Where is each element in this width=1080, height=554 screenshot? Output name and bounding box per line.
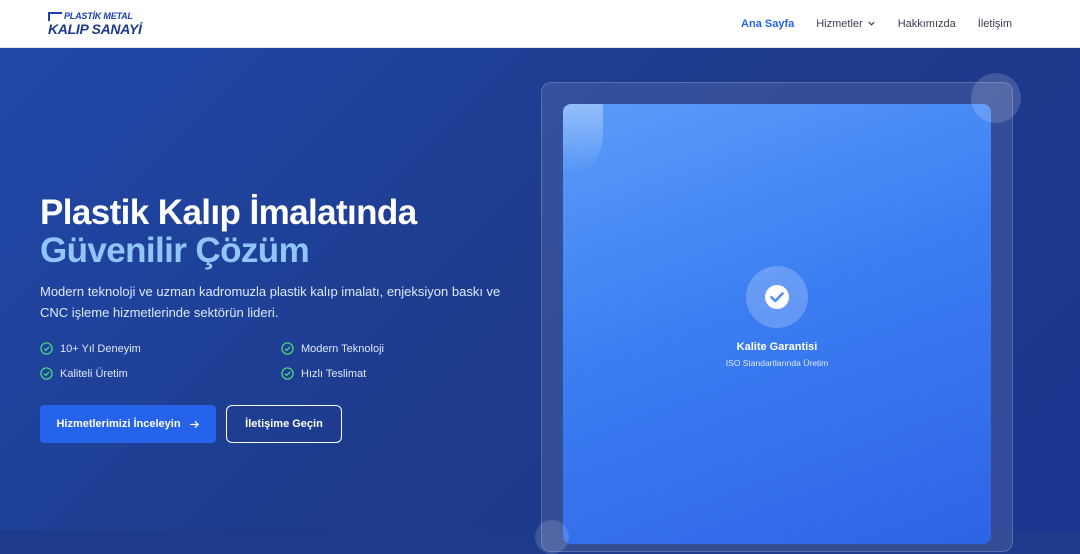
feature-list: 10+ Yıl Deneyim Modern Teknoloji Kalitel… [40, 342, 460, 380]
feature-item: Kaliteli Üretim [40, 367, 281, 380]
site-header: PLASTİK METAL KALIP SANAYİ Ana Sayfa Hiz… [0, 0, 1080, 48]
hero-title-line2: Güvenilir Çözüm [40, 231, 310, 270]
hero-title-line1: Plastik Kalıp İmalatında [40, 193, 417, 232]
nav-item-services[interactable]: Hizmetler [816, 18, 875, 30]
check-circle-icon [765, 285, 789, 309]
nav-item-home[interactable]: Ana Sayfa [741, 18, 794, 30]
check-circle-icon [40, 367, 53, 380]
hero-title: Plastik Kalıp İmalatında Güvenilir Çözüm [40, 194, 520, 270]
decorative-circle [971, 73, 1021, 123]
card-highlight [563, 104, 603, 174]
check-circle-icon [40, 342, 53, 355]
contact-us-button[interactable]: İletişime Geçin [226, 405, 342, 443]
check-circle-icon [281, 342, 294, 355]
logo-line1: PLASTİK METAL [64, 10, 133, 21]
hero-buttons: Hizmetlerimizi İnceleyin İletişime Geçin [40, 405, 342, 443]
check-circle-icon [281, 367, 294, 380]
logo-line2: KALIP SANAYİ [48, 20, 142, 37]
feature-item: Modern Teknoloji [281, 342, 461, 355]
quality-badge [746, 266, 808, 328]
nav-item-about[interactable]: Hakkımızda [898, 18, 956, 30]
quality-title: Kalite Garantisi [736, 341, 818, 353]
feature-item: 10+ Yıl Deneyim [40, 342, 281, 355]
decorative-circle [535, 520, 569, 554]
chevron-down-icon [868, 21, 875, 26]
company-logo[interactable]: PLASTİK METAL KALIP SANAYİ [48, 10, 142, 37]
hero-description: Modern teknoloji ve uzman kadromuzla pla… [40, 284, 501, 320]
view-services-button[interactable]: Hizmetlerimizi İnceleyin [40, 405, 216, 443]
main-nav: Ana Sayfa Hizmetler Hakkımızda İletişim [741, 18, 1012, 30]
logo-mark-icon [48, 11, 62, 21]
quality-subtitle: ISO Standartlarında Üretim [725, 358, 829, 368]
arrow-right-icon [189, 420, 199, 428]
nav-item-contact[interactable]: İletişim [978, 18, 1012, 30]
feature-item: Hızlı Teslimat [281, 367, 461, 380]
